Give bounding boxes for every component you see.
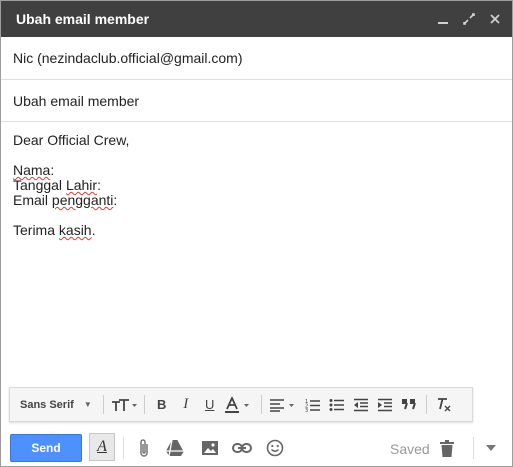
quote-icon[interactable] xyxy=(397,393,421,417)
discard-icon[interactable] xyxy=(435,436,459,460)
misspelled-word: Lahir xyxy=(65,177,98,193)
misspelled-word: Nama xyxy=(13,162,51,178)
indent-more-icon[interactable] xyxy=(373,393,397,417)
insert-link-icon[interactable] xyxy=(230,436,254,460)
body-greeting: Dear Official Crew, xyxy=(13,132,130,148)
body-closing: Terima kasih. xyxy=(13,222,96,238)
attach-icon[interactable] xyxy=(132,436,156,460)
misspelled-word: pengganti xyxy=(51,192,114,208)
recipients-field[interactable]: Nic (nezindaclub.official@gmail.com) xyxy=(1,37,512,80)
formatting-toolbar: Sans Serif ▼ B I U 123 xyxy=(9,387,473,422)
toolbar-divider xyxy=(123,437,124,459)
more-options-icon[interactable] xyxy=(479,436,503,460)
emoji-icon[interactable] xyxy=(263,436,287,460)
bold-icon[interactable]: B xyxy=(150,393,174,417)
compose-title: Ubah email member xyxy=(16,11,150,27)
send-button[interactable]: Send xyxy=(10,434,82,462)
saved-status: Saved xyxy=(390,441,430,457)
numbered-list-icon[interactable]: 123 xyxy=(301,393,325,417)
body-line-email: Email pengganti: xyxy=(13,192,118,208)
toolbar-divider xyxy=(143,395,145,414)
toolbar-divider xyxy=(102,395,104,414)
indent-less-icon[interactable] xyxy=(349,393,373,417)
toolbar-divider xyxy=(260,395,262,414)
text-color-icon[interactable] xyxy=(222,393,256,417)
italic-icon[interactable]: I xyxy=(174,393,198,417)
text-size-icon[interactable] xyxy=(109,393,139,417)
formatting-options-icon[interactable]: A xyxy=(89,433,115,461)
subject-field[interactable]: Ubah email member xyxy=(1,80,512,122)
font-family-label: Sans Serif xyxy=(20,398,74,411)
compose-window: Ubah email member Nic (nezindaclub.offic… xyxy=(0,0,513,467)
drive-icon[interactable] xyxy=(163,436,187,460)
subject-text: Ubah email member xyxy=(13,93,140,109)
insert-photo-icon[interactable] xyxy=(198,436,222,460)
chevron-down-icon: ▼ xyxy=(83,400,92,409)
recipient-chip[interactable]: Nic (nezindaclub.official@gmail.com) xyxy=(13,50,242,66)
font-family-dropdown[interactable]: Sans Serif ▼ xyxy=(10,399,98,411)
close-icon[interactable] xyxy=(486,10,504,28)
remove-formatting-icon[interactable] xyxy=(432,393,456,417)
popout-icon[interactable] xyxy=(460,10,478,28)
body-line-nama: Nama: xyxy=(13,162,55,178)
underline-icon[interactable]: U xyxy=(198,393,222,417)
toolbar-divider xyxy=(425,395,427,414)
compose-bottom-bar: Send A Saved xyxy=(1,429,512,467)
message-body[interactable]: Dear Official Crew, Nama: Tanggal Lahir:… xyxy=(13,133,493,238)
align-icon[interactable] xyxy=(267,393,301,417)
svg-text:3: 3 xyxy=(305,408,308,412)
bulleted-list-icon[interactable] xyxy=(325,393,349,417)
toolbar-divider xyxy=(473,437,474,459)
minimize-icon[interactable] xyxy=(434,10,452,28)
body-line-tanggal: Tanggal Lahir: xyxy=(13,177,101,193)
misspelled-word: kasih xyxy=(58,222,92,238)
compose-titlebar[interactable]: Ubah email member xyxy=(1,1,512,37)
